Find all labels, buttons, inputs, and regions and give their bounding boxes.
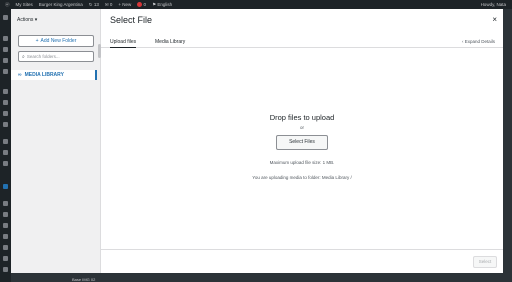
pages-menu-icon[interactable] [3, 58, 8, 63]
tab-upload-files[interactable]: Upload files [110, 39, 137, 48]
expand-details-link[interactable]: ‹ Expand Details [462, 39, 495, 44]
folder-search-box: ⌕ [18, 51, 94, 62]
drop-files-text: Drop files to upload [269, 113, 335, 122]
folder-search-input[interactable] [26, 54, 89, 59]
howdy-user-link[interactable]: Howdy, Nata [481, 2, 506, 7]
menu-icon[interactable] [3, 234, 8, 239]
max-upload-size: Maximum upload file size: 1 MB. [269, 160, 335, 165]
actions-dropdown[interactable]: Actions ▾ [17, 17, 37, 23]
wordpress-icon[interactable]: ⓦ [5, 2, 10, 8]
media-library-label: MEDIA LIBRARY [24, 72, 64, 78]
menu-icon[interactable] [3, 139, 8, 144]
menu-icon[interactable] [3, 122, 8, 127]
language-label: English [157, 1, 173, 7]
comments-count: 0 [109, 1, 113, 7]
close-icon[interactable]: × [492, 15, 497, 24]
menu-icon[interactable] [3, 212, 8, 217]
menu-icon[interactable] [3, 256, 8, 261]
media-menu-icon[interactable] [3, 47, 8, 52]
notification-badge-icon [137, 2, 143, 8]
modal-title: Select File [110, 15, 153, 25]
modal-footer: Select [101, 249, 503, 273]
background-text: Base IMG 02 [72, 277, 96, 282]
menu-icon[interactable] [3, 100, 8, 105]
menu-icon[interactable] [3, 161, 8, 166]
posts-menu-icon[interactable] [3, 36, 8, 41]
menu-icon[interactable] [3, 201, 8, 206]
notification-count: 0 [143, 1, 147, 7]
expand-details-label: Expand Details [464, 39, 495, 44]
modal-tabs: Upload files Media Library ‹ Expand Deta… [101, 36, 503, 48]
admin-bar: ⓦ My Sites Burger King Argentina ↻ 13 ✉ … [0, 0, 512, 9]
or-text: or [299, 125, 304, 130]
my-sites-link[interactable]: My Sites [16, 2, 33, 7]
site-name-link[interactable]: Burger King Argentina [39, 2, 83, 7]
admin-menu [0, 9, 11, 282]
menu-icon[interactable] [3, 223, 8, 228]
menu-icon[interactable] [3, 89, 8, 94]
language-link[interactable]: ⚑ English [152, 2, 172, 8]
tab-media-library[interactable]: Media Library [155, 39, 185, 45]
upload-folder-info: You are uploading media to folder: Media… [252, 175, 352, 180]
upload-area: Drop files to upload or Select Files Max… [101, 113, 503, 180]
actions-label: Actions [17, 17, 34, 23]
select-files-button[interactable]: Select Files [276, 135, 328, 150]
select-button[interactable]: Select [473, 256, 497, 268]
menu-icon[interactable] [3, 267, 8, 272]
search-icon: ⌕ [22, 53, 25, 60]
folder-item-media-library[interactable]: ∞ MEDIA LIBRARY [11, 70, 97, 80]
plus-icon: + [35, 38, 39, 44]
dashboard-menu-icon[interactable] [3, 15, 8, 20]
add-folder-label: Add New Folder [40, 38, 77, 44]
modal-main: Select File × Upload files Media Library… [101, 9, 503, 273]
menu-icon[interactable] [3, 245, 8, 250]
select-file-modal: Actions ▾ + Add New Folder ⌕ ∞ MEDIA LIB… [11, 9, 503, 273]
menu-icon[interactable] [3, 150, 8, 155]
menu-icon[interactable] [3, 111, 8, 116]
updates-count: 13 [93, 1, 99, 7]
updates-link[interactable]: ↻ 13 [89, 2, 99, 8]
notification-link[interactable]: 0 [137, 1, 147, 8]
comments-link[interactable]: ✉ 0 [105, 2, 113, 8]
add-new-folder-button[interactable]: + Add New Folder [18, 35, 94, 47]
folder-sidebar: Actions ▾ + Add New Folder ⌕ ∞ MEDIA LIB… [11, 9, 101, 273]
settings-menu-icon[interactable] [3, 184, 8, 189]
comments-menu-icon[interactable] [3, 69, 8, 74]
new-content-link[interactable]: + New [118, 2, 131, 7]
caret-down-icon: ▾ [34, 17, 38, 23]
infinity-icon: ∞ [18, 72, 22, 78]
